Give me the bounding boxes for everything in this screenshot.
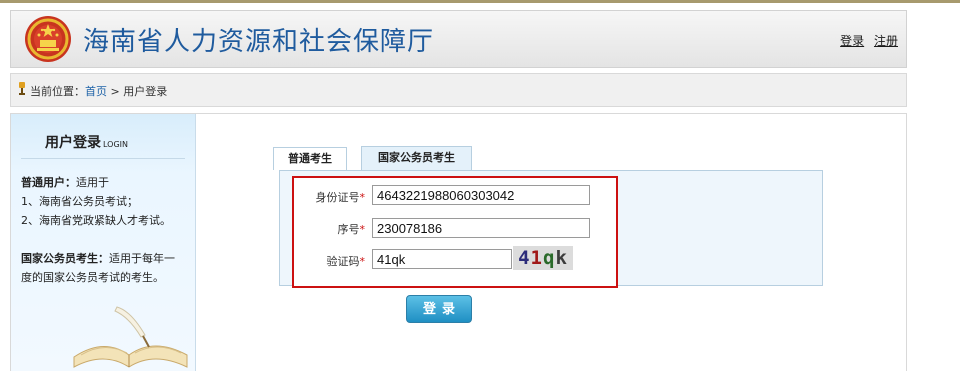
breadcrumb-home-link[interactable]: 首页 [85, 85, 107, 98]
tab-normal-candidate[interactable]: 普通考生 [273, 147, 347, 170]
national-text-1: 适用于每年一 [109, 252, 175, 265]
captcha-image[interactable]: 41qk [513, 246, 573, 270]
normal-user-item-1: 1、海南省公务员考试； [21, 195, 138, 208]
sidebar-title-text: 用户登录 [45, 135, 101, 151]
captcha-input[interactable] [372, 249, 512, 269]
login-link[interactable]: 登录 [840, 34, 864, 48]
sequence-number-input[interactable] [372, 218, 590, 238]
sidebar-divider [21, 158, 185, 159]
sidebar: 用户登录 LOGIN 普通用户：适用于 1、海南省公务员考试； 2、海南省党政紧缺… [11, 114, 196, 371]
sidebar-title-en: LOGIN [103, 140, 129, 149]
id-number-input[interactable] [372, 185, 590, 205]
breadcrumb-separator: > [107, 85, 124, 98]
breadcrumb: 当前位置：首页 > 用户登录 [30, 83, 167, 99]
header-links: 登录 注册 [834, 32, 898, 49]
normal-user-suffix: 适用于 [76, 176, 109, 189]
normal-user-label: 普通用户： [21, 176, 76, 189]
breadcrumb-bar: 当前位置：首页 > 用户登录 [10, 73, 907, 107]
sequence-number-label: 序号* [337, 223, 366, 236]
book-quill-icon [73, 306, 188, 368]
breadcrumb-current: 用户登录 [123, 85, 168, 98]
register-link[interactable]: 注册 [874, 34, 898, 48]
site-header: 海南省人力资源和社会保障厅 登录 注册 [10, 10, 907, 68]
tab-national-candidate[interactable]: 国家公务员考生 [361, 146, 472, 171]
sidebar-title: 用户登录 LOGIN [45, 132, 128, 152]
login-button[interactable]: 登录 [406, 295, 472, 323]
site-title: 海南省人力资源和社会保障厅 [83, 27, 435, 57]
id-number-label: 身份证号* [315, 191, 366, 204]
captcha-label: 验证码* [326, 255, 366, 268]
national-label: 国家公务员考生： [21, 252, 109, 265]
national-text-2: 度的国家公务员考试的考生。 [21, 271, 164, 284]
national-emblem-icon [25, 16, 71, 62]
normal-user-item-2: 2、海南省党政紧缺人才考试。 [21, 214, 171, 227]
breadcrumb-prefix: 当前位置： [30, 85, 85, 98]
sidebar-description: 普通用户：适用于 1、海南省公务员考试； 2、海南省党政紧缺人才考试。 国家公务… [21, 173, 193, 287]
top-border [0, 0, 960, 3]
location-pin-icon [19, 82, 25, 95]
